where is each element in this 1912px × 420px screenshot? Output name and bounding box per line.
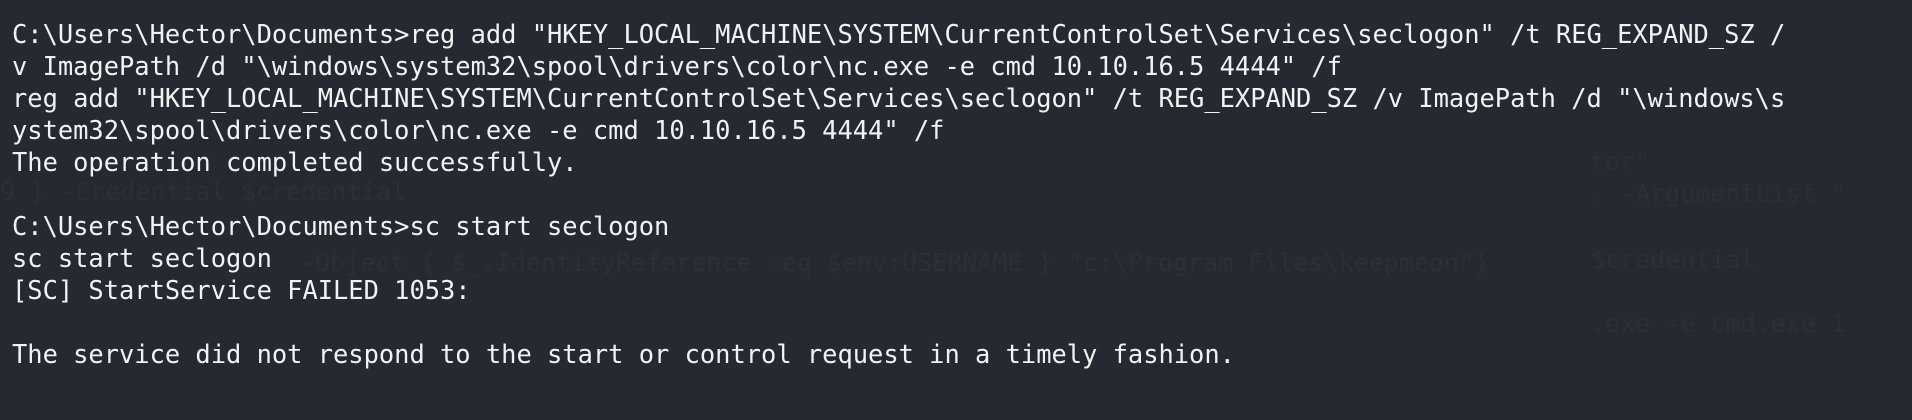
terminal-output[interactable]: C:\Users\Hector\Documents>reg add "HKEY_… xyxy=(12,18,1902,370)
command-line: C:\Users\Hector\Documents>sc start seclo… xyxy=(12,211,670,241)
echo-line: sc start seclogon xyxy=(12,243,272,273)
error-message-line: The service did not respond to the start… xyxy=(12,339,1235,369)
command-line-wrap: v ImagePath /d "\windows\system32\spool\… xyxy=(12,51,1342,81)
terminal-window[interactable]: tor" 9 } -Credential $credential . -Argu… xyxy=(0,0,1912,420)
error-line: [SC] StartService FAILED 1053: xyxy=(12,275,471,305)
echo-line-wrap: ystem32\spool\drivers\color\nc.exe -e cm… xyxy=(12,115,945,145)
command-line: C:\Users\Hector\Documents>reg add "HKEY_… xyxy=(12,19,1786,49)
echo-line: reg add "HKEY_LOCAL_MACHINE\SYSTEM\Curre… xyxy=(12,83,1786,113)
output-line: The operation completed successfully. xyxy=(12,147,578,177)
